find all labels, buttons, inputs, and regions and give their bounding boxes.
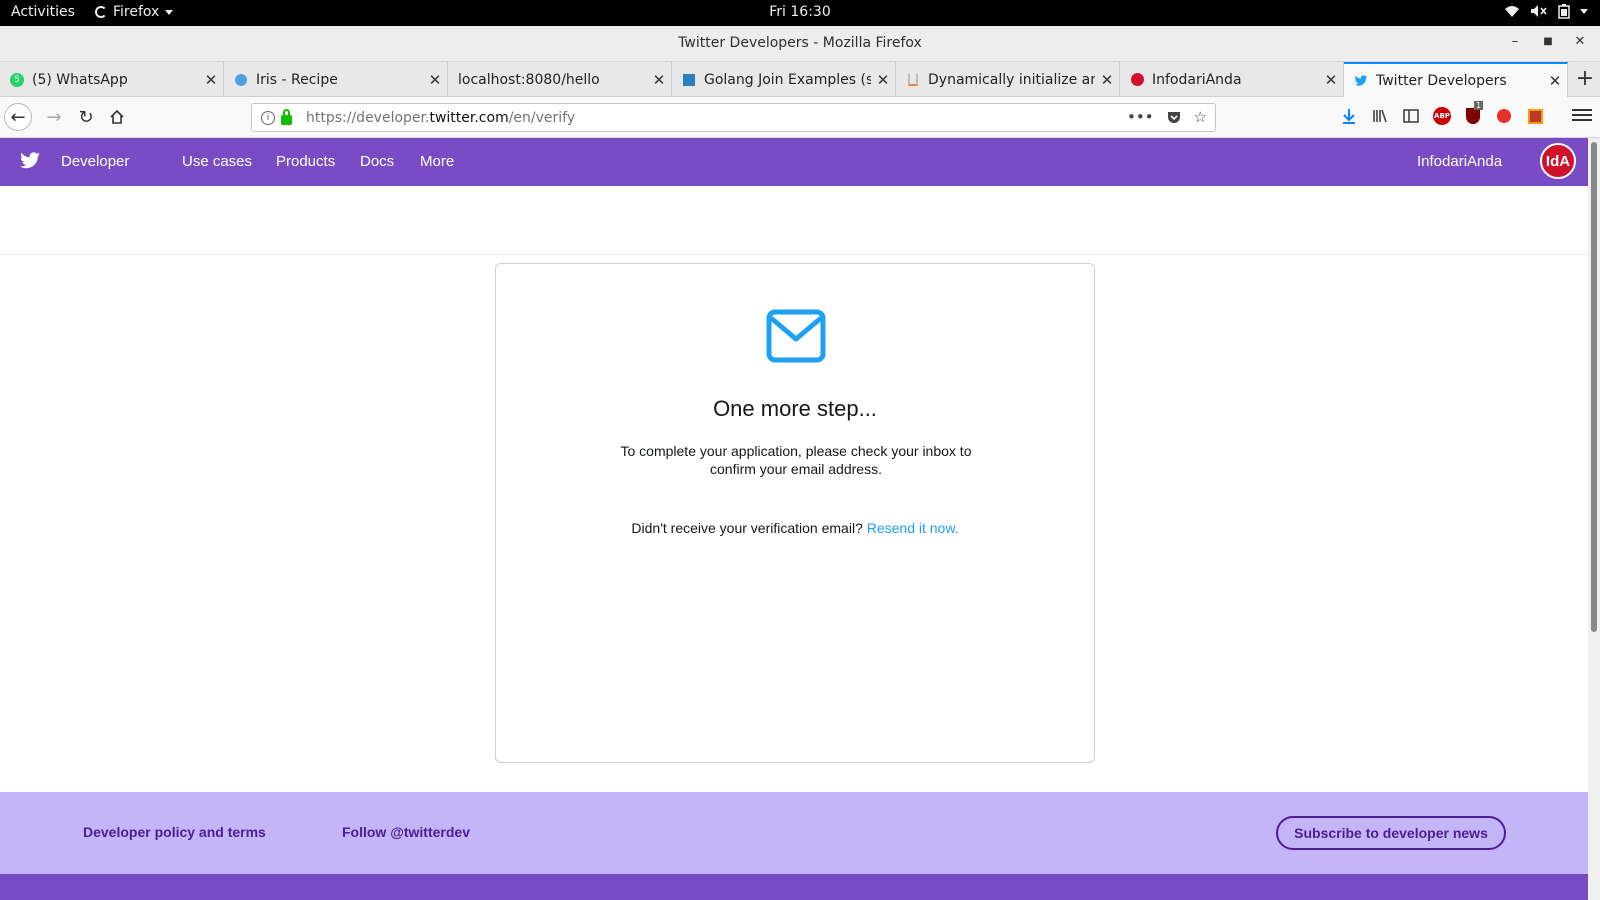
tab-twitter-developers[interactable]: Twitter Developers ✕	[1344, 62, 1568, 97]
tab-label: InfodariAnda	[1152, 71, 1242, 88]
clock[interactable]: Fri 16:30	[769, 4, 830, 20]
footer-bottom-band	[0, 874, 1588, 900]
verify-email-card: One more step... To complete your applic…	[495, 263, 1095, 763]
extension-shield-icon[interactable]	[1495, 107, 1513, 125]
back-button[interactable]: ←	[4, 103, 32, 131]
developer-policy-link[interactable]: Developer policy and terms	[83, 824, 266, 840]
whatsapp-favicon-icon: 5	[10, 72, 24, 87]
home-icon	[110, 109, 124, 124]
site-info-icon[interactable]: i	[261, 110, 275, 125]
tab-iris-recipe[interactable]: Iris - Recipe ✕	[224, 62, 448, 97]
golang-favicon-icon	[682, 73, 696, 87]
close-tab-icon[interactable]: ✕	[1319, 71, 1343, 89]
follow-twitterdev-link[interactable]: Follow @twitterdev	[342, 824, 470, 840]
minimize-button[interactable]: –	[1505, 34, 1525, 49]
app-menu[interactable]: Firefox	[95, 4, 174, 20]
system-tray[interactable]	[1504, 3, 1588, 19]
ublock-origin-icon[interactable]: 1	[1464, 101, 1484, 125]
lock-icon	[281, 108, 292, 125]
tab-golang-join[interactable]: Golang Join Examples (str ✕	[672, 62, 896, 97]
close-tab-icon[interactable]: ✕	[1543, 72, 1567, 90]
nav-products[interactable]: Products	[276, 153, 335, 170]
page-scrollbar[interactable]	[1588, 138, 1600, 900]
close-tab-icon[interactable]: ✕	[423, 71, 447, 89]
tab-localhost[interactable]: localhost:8080/hello ✕	[448, 62, 672, 97]
library-icon[interactable]	[1371, 107, 1389, 125]
tab-infodarianda[interactable]: InfodariAnda ✕	[1120, 62, 1344, 97]
downloads-icon[interactable]	[1340, 107, 1358, 125]
new-tab-button[interactable]: +	[1573, 66, 1597, 91]
wifi-icon	[1505, 6, 1519, 17]
close-tab-icon[interactable]: ✕	[871, 71, 895, 89]
close-tab-icon[interactable]: ✕	[647, 71, 671, 89]
nav-developer-home[interactable]: Developer	[61, 153, 129, 170]
subscribe-button[interactable]: Subscribe to developer news	[1276, 816, 1506, 850]
app-menu-label: Firefox	[113, 4, 160, 20]
tab-label: Iris - Recipe	[256, 71, 338, 88]
close-tab-icon[interactable]: ✕	[199, 71, 223, 89]
envelope-icon	[766, 309, 826, 363]
chevron-down-icon	[165, 9, 174, 15]
adblock-plus-icon[interactable]: ABP	[1433, 107, 1451, 125]
bookmark-star-icon[interactable]: ☆	[1194, 108, 1207, 126]
system-top-bar: Activities Firefox Fri 16:30	[0, 0, 1600, 26]
activities-button[interactable]: Activities	[11, 4, 75, 20]
resend-prompt: Didn't receive your verification email?	[631, 520, 863, 536]
pocket-icon[interactable]	[1166, 109, 1182, 125]
tab-strip: 5 (5) WhatsApp ✕ Iris - Recipe ✕ localho…	[0, 62, 1600, 97]
twitter-favicon-icon	[1354, 74, 1368, 86]
reload-button[interactable]: ↻	[72, 103, 100, 131]
nav-more[interactable]: More	[420, 153, 454, 170]
nav-use-cases[interactable]: Use cases	[182, 153, 252, 170]
subheader-band	[0, 186, 1588, 255]
extension-gear-icon[interactable]	[1526, 107, 1544, 125]
avatar[interactable]: IdA	[1540, 143, 1576, 179]
verify-instructions: To complete your application, please che…	[620, 443, 972, 477]
home-button[interactable]	[103, 103, 131, 131]
address-bar[interactable]: i https://developer.twitter.com/en/verif…	[251, 103, 1216, 132]
window-titlebar: Twitter Developers - Mozilla Firefox – ■…	[0, 26, 1600, 62]
nav-username[interactable]: InfodariAnda	[1417, 153, 1502, 170]
tab-label: (5) WhatsApp	[32, 71, 128, 88]
scrollbar-thumb[interactable]	[1591, 142, 1597, 632]
site-footer: Developer policy and terms Follow @twitt…	[0, 792, 1588, 874]
maximize-button[interactable]: ■	[1538, 36, 1558, 47]
page-actions-icon[interactable]: •••	[1127, 108, 1154, 126]
page-title: One more step...	[713, 396, 877, 421]
firefox-app-icon	[95, 6, 107, 18]
forward-button[interactable]: →	[40, 103, 68, 131]
iris-favicon-icon	[234, 73, 248, 87]
tab-label: localhost:8080/hello	[458, 71, 600, 88]
close-tab-icon[interactable]: ✕	[1095, 71, 1119, 89]
tab-label: Golang Join Examples (str	[704, 71, 871, 88]
resend-row: Didn't receive your verification email? …	[496, 520, 1094, 536]
close-window-button[interactable]: ✕	[1570, 34, 1590, 49]
navigation-toolbar: ← → ↻ i https://developer.twitter.com/en…	[0, 97, 1600, 138]
tab-whatsapp[interactable]: 5 (5) WhatsApp ✕	[0, 62, 224, 97]
sidebar-icon[interactable]	[1402, 107, 1420, 125]
system-menu-chevron-icon	[1580, 8, 1588, 14]
infodarianda-favicon-icon	[1130, 73, 1144, 87]
nav-docs[interactable]: Docs	[360, 153, 394, 170]
battery-icon	[1558, 4, 1570, 19]
stackoverflow-favicon-icon	[906, 73, 920, 87]
volume-muted-icon	[1531, 5, 1547, 17]
tab-label: Twitter Developers	[1376, 72, 1507, 89]
window-title: Twitter Developers - Mozilla Firefox	[678, 35, 922, 51]
url-text[interactable]: https://developer.twitter.com/en/verify	[306, 110, 575, 126]
page-viewport: Developer Use cases Products Docs More I…	[0, 138, 1600, 900]
twitter-developer-nav: Developer Use cases Products Docs More I…	[0, 138, 1588, 186]
twitter-bird-logo-icon[interactable]	[19, 152, 41, 170]
tab-stackoverflow[interactable]: Dynamically initialize array ✕	[896, 62, 1120, 97]
tab-label: Dynamically initialize array	[928, 71, 1095, 88]
resend-link[interactable]: Resend it now.	[867, 520, 959, 536]
hamburger-menu-icon[interactable]	[1572, 106, 1592, 124]
